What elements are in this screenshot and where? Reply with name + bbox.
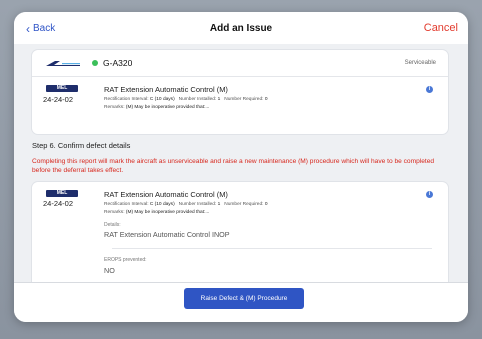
defect-remarks: Remarks: (M) May be inoperative provided…	[104, 210, 210, 215]
info-icon[interactable]: i	[426, 191, 433, 198]
cancel-button[interactable]: Cancel	[424, 22, 458, 34]
step-title: Step 6. Confirm defect details	[32, 141, 131, 150]
defect-intervals: Rectification Interval: C (10 days) Numb…	[104, 97, 268, 102]
warning-text: Completing this report will mark the air…	[32, 158, 435, 174]
modal-header: ‹ Back Add an Issue Cancel	[14, 12, 468, 44]
defect-intervals: Rectification Interval: C (10 days) Numb…	[104, 202, 268, 207]
raise-defect-button[interactable]: Raise Defect & (M) Procedure	[184, 288, 304, 309]
add-issue-modal: ‹ Back Add an Issue Cancel G-A320 Servic…	[14, 12, 468, 322]
etops-value: NO	[104, 266, 115, 275]
details-divider	[112, 248, 432, 249]
defect-title: RAT Extension Automatic Control (M)	[104, 190, 228, 199]
aircraft-defect-card: G-A320 Serviceable MEL 24-24-02 RAT Exte…	[32, 50, 448, 134]
mel-badge: MEL	[46, 85, 78, 92]
aircraft-status: Serviceable	[404, 60, 436, 66]
aircraft-registration: G-A320	[103, 58, 133, 68]
status-dot-icon	[92, 60, 98, 66]
mel-reference: 24-24-02	[43, 95, 74, 104]
aircraft-header: G-A320 Serviceable	[32, 50, 448, 77]
modal-title: Add an Issue	[209, 23, 273, 34]
mel-badge: MEL	[46, 190, 78, 197]
info-icon[interactable]: i	[426, 86, 433, 93]
etops-label: EROPS prevented:	[104, 257, 147, 263]
details-value: RAT Extension Automatic Control INOP	[104, 230, 230, 239]
defect-title: RAT Extension Automatic Control (M)	[104, 85, 228, 94]
confirm-details-card: MEL 24-24-02 RAT Extension Automatic Con…	[32, 182, 448, 282]
details-label: Details:	[104, 222, 121, 228]
modal-content: G-A320 Serviceable MEL 24-24-02 RAT Exte…	[14, 44, 468, 282]
mel-reference: 24-24-02	[43, 199, 74, 208]
airline-logo	[46, 61, 80, 66]
defect-remarks: Remarks: (M) May be inoperative provided…	[104, 105, 210, 110]
